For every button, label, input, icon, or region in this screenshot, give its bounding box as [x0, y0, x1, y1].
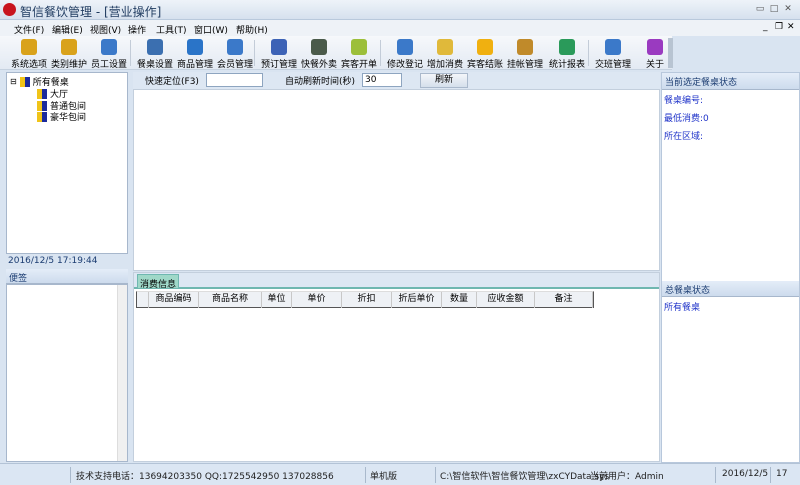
quick-locate-label: 快速定位(F3)	[145, 77, 199, 87]
mdi-restore-icon[interactable]: ❐	[775, 22, 783, 32]
current-datetime: 2016/12/5 17:19:44	[8, 256, 98, 266]
window-title: 智信餐饮管理 - [营业操作]	[20, 5, 162, 19]
table-number-field: 餐桌编号:	[664, 96, 704, 106]
toolbar-overflow-icon[interactable]	[668, 38, 673, 68]
menu-tools[interactable]: 工具(T)	[156, 23, 187, 36]
consumption-panel: 消费信息 商品编码 商品名称 单位 单价 折扣 折后单价 数量 应收金额 备注	[133, 272, 660, 462]
chart-icon	[559, 39, 575, 55]
all-tables-link[interactable]: 所有餐桌	[664, 300, 700, 313]
search-bar: 快速定位(F3) 自动刷新时间(秒) 刷新	[133, 72, 660, 89]
column-header[interactable]: 折扣	[342, 292, 392, 308]
gift-icon	[351, 39, 367, 55]
area-field: 所在区域:	[664, 132, 704, 142]
menu-file[interactable]: 文件(F)	[14, 23, 44, 36]
tree-item-label: 豪华包间	[50, 113, 87, 123]
refresh-button[interactable]: 刷新	[420, 73, 468, 88]
support-info: 技术支持电话：13694203350 QQ:1725542950 1370288…	[76, 472, 334, 482]
mdi-minimize-icon[interactable]: _	[763, 22, 768, 32]
mdi-close-icon[interactable]: ✕	[787, 22, 795, 32]
stapler-icon	[271, 39, 287, 55]
add-folder-icon	[437, 39, 453, 55]
menu-help[interactable]: 帮助(H)	[236, 23, 268, 36]
quick-locate-input[interactable]	[206, 73, 263, 87]
tables-icon	[19, 76, 30, 87]
current-table-status-header: 当前选定餐桌状态	[662, 73, 799, 90]
notes-scrollbar[interactable]	[117, 285, 127, 461]
column-header[interactable]: 数量	[442, 292, 477, 308]
minimize-icon[interactable]: ▭	[754, 4, 766, 15]
table-grid-area	[133, 89, 660, 271]
column-header[interactable]: 商品名称	[199, 292, 262, 308]
total-table-status-header: 总餐桌状态	[662, 281, 799, 297]
user-edit-icon	[397, 39, 413, 55]
menu-operation[interactable]: 操作	[128, 23, 146, 36]
notes-header: 便签	[6, 269, 128, 284]
column-header[interactable]: 备注	[535, 292, 593, 308]
box-icon	[187, 39, 203, 55]
coin-icon	[477, 39, 493, 55]
consumption-table-header: 商品编码 商品名称 单位 单价 折扣 折后单价 数量 应收金额 备注	[136, 291, 594, 308]
status-time: 17	[776, 469, 788, 479]
menu-bar: 文件(F) 编辑(E) 视图(V) 操作 工具(T) 窗口(W) 帮助(H) _…	[0, 20, 800, 36]
table-tree: ⊟ 所有餐桌 大厅 普通包间 豪华包间	[6, 72, 128, 254]
hammer-icon	[21, 39, 37, 55]
app-logo-icon	[3, 3, 16, 16]
table-icon	[147, 39, 163, 55]
auto-refresh-label: 自动刷新时间(秒)	[285, 77, 356, 87]
tables-icon	[37, 111, 47, 122]
phone-icon	[311, 39, 327, 55]
edition: 单机版	[370, 472, 398, 482]
column-header[interactable]: 折后单价	[392, 292, 442, 308]
tables-icon	[37, 100, 47, 111]
toolbar-button-2[interactable]: 员工设置	[88, 38, 130, 70]
current-user: 当前用户：Admin	[590, 472, 664, 482]
data-path: C:\智信软件\智信餐饮管理\zxCYData.sys	[440, 472, 610, 482]
close-icon[interactable]: ✕	[782, 4, 794, 15]
tab-consumption-info[interactable]: 消费信息	[137, 274, 179, 290]
user-icon	[101, 39, 117, 55]
column-header[interactable]: 单价	[292, 292, 342, 308]
tables-icon	[37, 88, 47, 99]
right-panel: 当前选定餐桌状态 餐桌编号: 最低消费:0 所在区域: 总餐桌状态 所有餐桌	[661, 72, 800, 463]
toolbar-button-8[interactable]: 宾客开单	[338, 38, 380, 70]
help-icon	[647, 39, 663, 55]
title-bar: 智信餐饮管理 - [营业操作] ▭ □ ✕	[0, 0, 800, 20]
column-header[interactable]: 商品编码	[149, 292, 199, 308]
tree-item-luxury-room[interactable]: 豪华包间	[37, 110, 86, 123]
auto-refresh-input[interactable]	[362, 73, 402, 87]
menu-window[interactable]: 窗口(W)	[194, 23, 228, 36]
money-bag-icon	[517, 39, 533, 55]
notes-textarea[interactable]	[6, 284, 128, 462]
status-bar: 技术支持电话：13694203350 QQ:1725542950 1370288…	[0, 463, 800, 485]
users-icon	[605, 39, 621, 55]
row-selector-header[interactable]	[137, 292, 149, 308]
hammer-icon	[61, 39, 77, 55]
min-spend-field: 最低消费:0	[664, 114, 709, 124]
toolbar-button-13[interactable]: 统计报表	[546, 38, 588, 70]
menu-view[interactable]: 视图(V)	[90, 23, 121, 36]
column-header[interactable]: 应收金额	[477, 292, 535, 308]
menu-edit[interactable]: 编辑(E)	[52, 23, 83, 36]
toolbar-button-5[interactable]: 会员管理	[214, 38, 256, 70]
maximize-icon[interactable]: □	[768, 4, 780, 15]
member-icon	[227, 39, 243, 55]
status-date: 2016/12/5	[722, 469, 769, 479]
column-header[interactable]: 单位	[262, 292, 292, 308]
collapse-icon[interactable]: ⊟	[10, 77, 17, 86]
toolbar-button-label: 关于	[645, 60, 664, 70]
toolbar: 系统选项 类别维护 员工设置 餐桌设置 商品管理 会员管理 预订管理 快餐外卖 宾客开单 修改登记…	[0, 36, 673, 70]
